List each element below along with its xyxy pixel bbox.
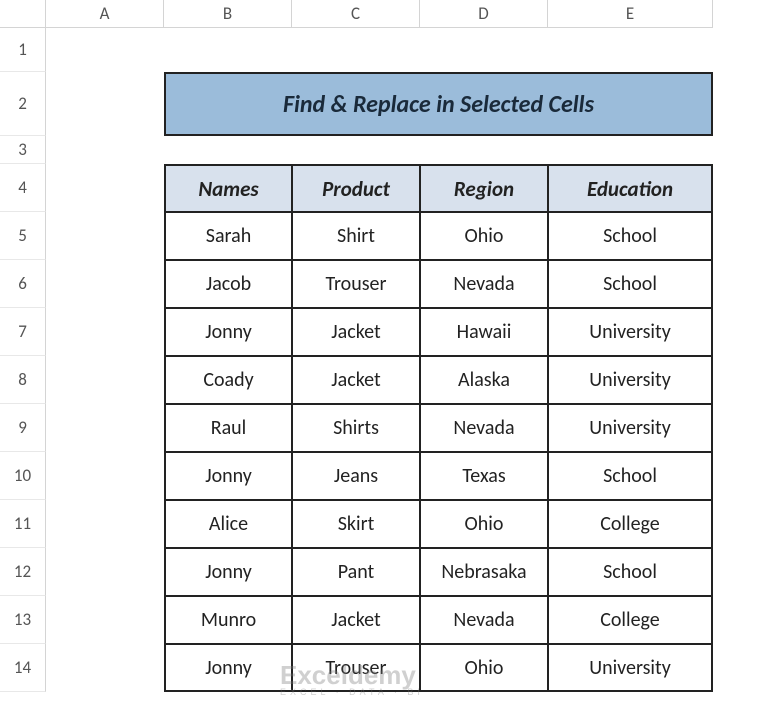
- table-cell[interactable]: Shirt: [292, 212, 420, 260]
- spreadsheet-grid: A B C D E 1 2 Find & Replace in Selected…: [0, 0, 713, 692]
- table-cell[interactable]: Jonny: [164, 644, 292, 692]
- table-cell[interactable]: University: [548, 404, 713, 452]
- table-cell[interactable]: School: [548, 452, 713, 500]
- table-cell[interactable]: Texas: [420, 452, 548, 500]
- table-header-product[interactable]: Product: [292, 164, 420, 212]
- table-cell[interactable]: Pant: [292, 548, 420, 596]
- table-cell[interactable]: Jacob: [164, 260, 292, 308]
- table-cell[interactable]: Nebrasaka: [420, 548, 548, 596]
- cell-B3[interactable]: [164, 136, 292, 164]
- row-header-11[interactable]: 11: [0, 500, 46, 548]
- table-cell[interactable]: Skirt: [292, 500, 420, 548]
- row-header-6[interactable]: 6: [0, 260, 46, 308]
- row-header-3[interactable]: 3: [0, 136, 46, 164]
- table-cell[interactable]: Jacket: [292, 596, 420, 644]
- col-header-D[interactable]: D: [420, 0, 548, 28]
- col-header-E[interactable]: E: [548, 0, 713, 28]
- row-header-10[interactable]: 10: [0, 452, 46, 500]
- cell-A12[interactable]: [46, 548, 164, 596]
- table-cell[interactable]: Jonny: [164, 548, 292, 596]
- table-cell[interactable]: Trouser: [292, 644, 420, 692]
- table-cell[interactable]: College: [548, 596, 713, 644]
- table-cell[interactable]: Jacket: [292, 356, 420, 404]
- table-cell[interactable]: Ohio: [420, 500, 548, 548]
- cell-E1[interactable]: [548, 28, 713, 72]
- table-cell[interactable]: Nevada: [420, 404, 548, 452]
- col-header-B[interactable]: B: [164, 0, 292, 28]
- row-header-8[interactable]: 8: [0, 356, 46, 404]
- cell-A2[interactable]: [46, 72, 164, 136]
- table-cell[interactable]: Alice: [164, 500, 292, 548]
- table-cell[interactable]: College: [548, 500, 713, 548]
- cell-D1[interactable]: [420, 28, 548, 72]
- table-cell[interactable]: Ohio: [420, 644, 548, 692]
- table-cell[interactable]: Jonny: [164, 308, 292, 356]
- table-cell[interactable]: Jacket: [292, 308, 420, 356]
- cell-A11[interactable]: [46, 500, 164, 548]
- cell-B1[interactable]: [164, 28, 292, 72]
- table-cell[interactable]: Alaska: [420, 356, 548, 404]
- table-cell[interactable]: Jonny: [164, 452, 292, 500]
- cell-C3[interactable]: [292, 136, 420, 164]
- table-cell[interactable]: School: [548, 260, 713, 308]
- cell-E3[interactable]: [548, 136, 713, 164]
- table-cell[interactable]: Ohio: [420, 212, 548, 260]
- cell-A5[interactable]: [46, 212, 164, 260]
- table-cell[interactable]: University: [548, 644, 713, 692]
- cell-A3[interactable]: [46, 136, 164, 164]
- col-header-A[interactable]: A: [46, 0, 164, 28]
- table-cell[interactable]: Jeans: [292, 452, 420, 500]
- table-header-education[interactable]: Education: [548, 164, 713, 212]
- table-cell[interactable]: University: [548, 308, 713, 356]
- table-header-region[interactable]: Region: [420, 164, 548, 212]
- table-cell[interactable]: Raul: [164, 404, 292, 452]
- row-header-1[interactable]: 1: [0, 28, 46, 72]
- table-cell[interactable]: Coady: [164, 356, 292, 404]
- row-header-9[interactable]: 9: [0, 404, 46, 452]
- table-cell[interactable]: Nevada: [420, 260, 548, 308]
- table-cell[interactable]: School: [548, 548, 713, 596]
- cell-A9[interactable]: [46, 404, 164, 452]
- row-header-5[interactable]: 5: [0, 212, 46, 260]
- row-header-7[interactable]: 7: [0, 308, 46, 356]
- table-cell[interactable]: Shirts: [292, 404, 420, 452]
- cell-A13[interactable]: [46, 596, 164, 644]
- row-header-4[interactable]: 4: [0, 164, 46, 212]
- table-cell[interactable]: Hawaii: [420, 308, 548, 356]
- table-cell[interactable]: Sarah: [164, 212, 292, 260]
- table-cell[interactable]: School: [548, 212, 713, 260]
- table-cell[interactable]: University: [548, 356, 713, 404]
- col-header-C[interactable]: C: [292, 0, 420, 28]
- cell-A1[interactable]: [46, 28, 164, 72]
- row-header-2[interactable]: 2: [0, 72, 46, 136]
- row-header-14[interactable]: 14: [0, 644, 46, 692]
- row-header-12[interactable]: 12: [0, 548, 46, 596]
- select-all-corner[interactable]: [0, 0, 46, 28]
- cell-A14[interactable]: [46, 644, 164, 692]
- cell-A10[interactable]: [46, 452, 164, 500]
- table-cell[interactable]: Nevada: [420, 596, 548, 644]
- cell-A4[interactable]: [46, 164, 164, 212]
- table-header-names[interactable]: Names: [164, 164, 292, 212]
- row-header-13[interactable]: 13: [0, 596, 46, 644]
- cell-D3[interactable]: [420, 136, 548, 164]
- cell-A6[interactable]: [46, 260, 164, 308]
- title-merged-cell[interactable]: Find & Replace in Selected Cells: [164, 72, 713, 136]
- table-cell[interactable]: Trouser: [292, 260, 420, 308]
- cell-C1[interactable]: [292, 28, 420, 72]
- cell-A7[interactable]: [46, 308, 164, 356]
- table-cell[interactable]: Munro: [164, 596, 292, 644]
- cell-A8[interactable]: [46, 356, 164, 404]
